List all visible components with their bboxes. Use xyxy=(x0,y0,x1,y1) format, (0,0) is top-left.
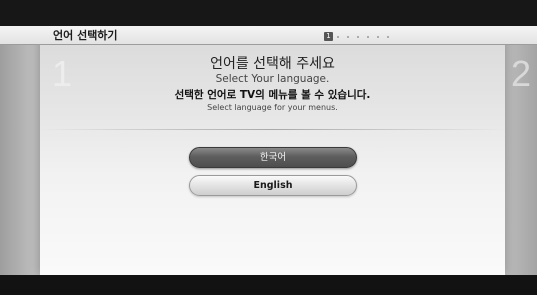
subtext-korean: 선택한 언어로 TV의 메뉴를 볼 수 있습니다. xyxy=(174,89,371,101)
heading-korean: 언어를 선택해 주세요 xyxy=(210,56,335,72)
step-dot xyxy=(367,35,369,38)
next-step-number[interactable]: 2 xyxy=(511,54,531,94)
language-option-korean[interactable]: 한국어 xyxy=(189,147,357,168)
subtext-english: Select language for your menus. xyxy=(207,103,338,112)
tv-bezel-bottom xyxy=(0,275,537,295)
page-title: 언어 선택하기 xyxy=(53,29,118,42)
language-setup-screen: 언어 선택하기 1 1 2 언어를 선택해 주세요 Select Your la… xyxy=(0,26,537,275)
step-dot xyxy=(387,35,389,38)
step-dot xyxy=(357,35,359,38)
current-step-badge: 1 xyxy=(324,32,333,41)
language-option-english[interactable]: English xyxy=(189,175,357,196)
tv-bezel-top xyxy=(0,0,537,26)
step-dot xyxy=(337,35,339,38)
step-dot xyxy=(347,35,349,38)
instruction-text-block: 언어를 선택해 주세요 Select Your language. 선택한 언어… xyxy=(40,56,505,113)
header-bar: 언어 선택하기 1 xyxy=(0,26,537,45)
heading-english: Select Your language. xyxy=(215,73,330,85)
step-progress-indicator: 1 xyxy=(324,32,397,41)
divider xyxy=(40,129,505,130)
step-dot xyxy=(377,35,379,38)
